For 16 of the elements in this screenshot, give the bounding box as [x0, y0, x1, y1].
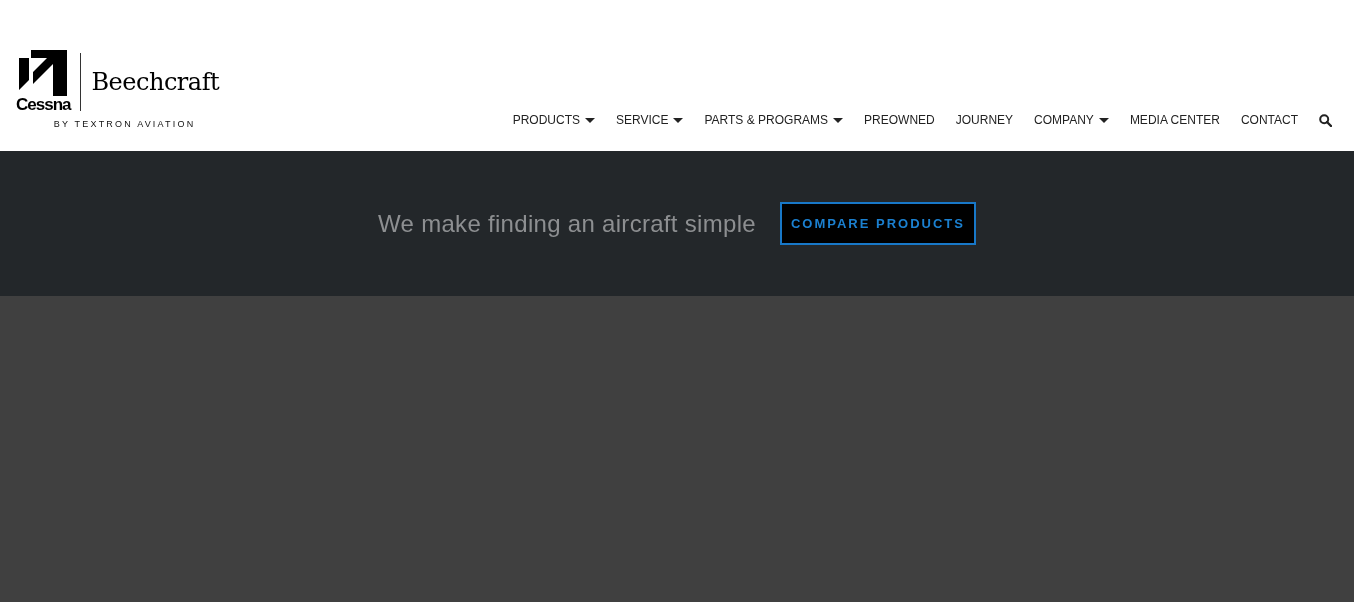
brand-name: Beechcraft — [91, 67, 220, 96]
nav-link[interactable]: PRODUCTS — [512, 113, 595, 127]
cessna-mark-icon — [19, 50, 68, 96]
nav-link[interactable]: CONTACT — [1240, 113, 1298, 127]
banner-text: We make finding an aircraft simple — [378, 209, 756, 238]
nav-link[interactable]: MEDIA CENTER — [1129, 113, 1220, 127]
nav-link[interactable]: COMPANY — [1034, 113, 1109, 127]
logo[interactable]: Cessna Beechcraft BY TEXTRON AVIATION — [16, 50, 220, 129]
nav-link[interactable]: SERVICE — [616, 113, 684, 127]
logo-tagline: BY TEXTRON AVIATION — [53, 119, 196, 129]
nav-link[interactable]: PARTS & PROGRAMS — [704, 113, 844, 127]
nav-link[interactable]: JOURNEY — [955, 113, 1014, 127]
brand-name: Cessna — [16, 96, 71, 113]
compare-products-button[interactable]: COMPARE PRODUCTS — [779, 202, 976, 245]
nav-link[interactable]: PREOWNED — [864, 113, 935, 127]
search-icon[interactable] — [1319, 113, 1332, 127]
